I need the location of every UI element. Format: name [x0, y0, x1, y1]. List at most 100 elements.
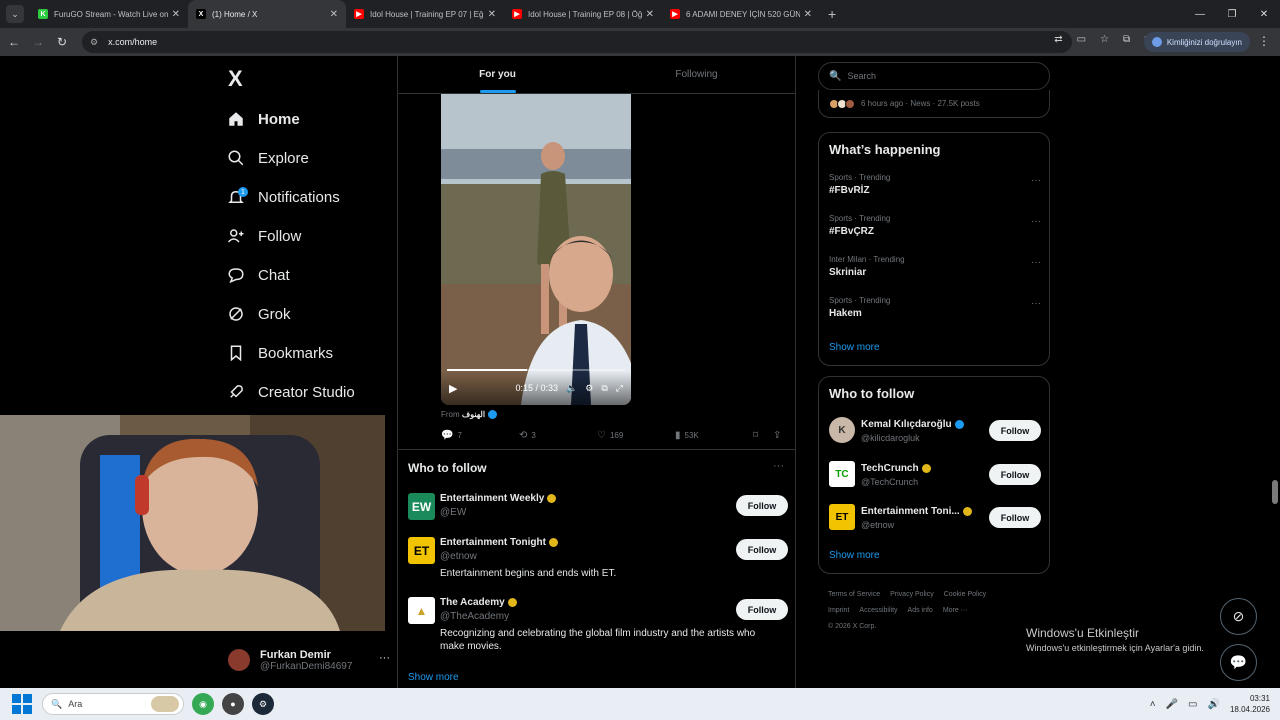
- browser-menu-icon[interactable]: ⋮: [1258, 34, 1270, 48]
- tab-close-icon[interactable]: ✕: [330, 9, 338, 20]
- timeline-tabs: For you Following: [398, 56, 796, 94]
- site-info-icon[interactable]: ⚙: [90, 37, 98, 48]
- post-video[interactable]: ▶ 0:15 / 0:33 🔈 ⚙ ⧉ ⤢: [441, 94, 631, 405]
- tab-close-icon[interactable]: ✕: [172, 9, 180, 20]
- account-switcher[interactable]: Furkan Demir @FurkanDemi84697 ···: [228, 640, 398, 680]
- who-to-follow-row[interactable]: K Kemal Kılıçdaroğlu @kilicdarogluk Follow: [829, 417, 1041, 445]
- trend-more-icon[interactable]: ···: [1031, 257, 1041, 268]
- sidebar-item-creator-studio[interactable]: Creator Studio: [226, 377, 355, 407]
- forward-button[interactable]: →: [28, 35, 48, 49]
- browser-tab[interactable]: K FuruGO Stream - Watch Live on ✕: [30, 0, 188, 28]
- tab-close-icon[interactable]: ✕: [646, 9, 654, 20]
- follow-button[interactable]: Follow: [736, 495, 788, 516]
- trend-item[interactable]: Sports · Trending #FBvÇRZ ···: [829, 214, 1041, 237]
- who-to-follow-row[interactable]: ET Entertainment Toni... @etnow Follow: [829, 504, 1041, 532]
- footer-link[interactable]: Privacy Policy: [890, 591, 934, 598]
- footer-link[interactable]: Cookie Policy: [944, 591, 986, 598]
- follow-button[interactable]: Follow: [989, 420, 1041, 441]
- trend-item[interactable]: Sports · Trending Hakem ···: [829, 296, 1041, 319]
- tab-search-button[interactable]: ⌄: [6, 5, 24, 23]
- close-window-button[interactable]: ✕: [1248, 0, 1280, 28]
- footer-link[interactable]: More ···: [943, 607, 968, 614]
- grok-fab-icon[interactable]: ⊘: [1220, 598, 1257, 635]
- sidebar-item-follow[interactable]: Follow: [226, 221, 301, 251]
- sidebar-item-home[interactable]: Home: [226, 104, 300, 134]
- page-viewport: X Home Explore 1 Notifications Follow Chat Gro…: [0, 56, 1280, 688]
- video-attribution[interactable]: From الهنوف: [441, 410, 498, 420]
- browser-tab[interactable]: ▶ Idol House | Training EP 07 | Eğ ✕: [346, 0, 504, 28]
- tray-chevron-icon[interactable]: ˄: [1150, 699, 1156, 710]
- taskbar-search[interactable]: 🔍 Ara: [42, 693, 184, 715]
- start-button[interactable]: [12, 694, 32, 714]
- minimize-button[interactable]: —: [1184, 0, 1216, 28]
- tab-close-icon[interactable]: ✕: [804, 9, 812, 20]
- profile-button[interactable]: Kimliğinizi doğrulayın: [1143, 32, 1250, 52]
- account-more-icon[interactable]: ···: [379, 652, 390, 664]
- follow-button[interactable]: Follow: [736, 599, 788, 620]
- new-tab-button[interactable]: +: [828, 6, 836, 22]
- translate-icon[interactable]: ⇄: [1054, 34, 1062, 45]
- sidebar-item-bookmarks[interactable]: Bookmarks: [226, 338, 333, 368]
- sidebar-item-grok[interactable]: Grok: [226, 299, 291, 329]
- sidebar-item-chat[interactable]: Chat: [226, 260, 290, 290]
- chrome-taskbar-icon[interactable]: ◉: [192, 693, 214, 715]
- bookmark-star-icon[interactable]: ☆: [1100, 34, 1109, 45]
- trend-item[interactable]: Sports · Trending #FBvRİZ ···: [829, 173, 1041, 196]
- trend-more-icon[interactable]: ···: [1031, 175, 1041, 186]
- network-icon[interactable]: ▭: [1188, 699, 1197, 710]
- bookmark-button[interactable]: ⌑: [753, 430, 762, 441]
- who-to-follow-row[interactable]: TC TechCrunch @TechCrunch Follow: [829, 461, 1041, 489]
- follow-show-more[interactable]: Show more: [829, 550, 880, 561]
- browser-tab[interactable]: ▶ 6 ADAMI DENEY İÇİN 520 GÜN ✕: [662, 0, 820, 28]
- app-taskbar-icon[interactable]: ●: [222, 693, 244, 715]
- scroll-thumb[interactable]: [1272, 480, 1278, 504]
- show-more-link[interactable]: Show more: [408, 672, 459, 683]
- reload-button[interactable]: ↻: [52, 35, 72, 49]
- volume-icon[interactable]: 🔈: [566, 383, 577, 394]
- chat-fab-icon[interactable]: 💬: [1220, 644, 1257, 681]
- play-icon[interactable]: ▶: [449, 382, 457, 395]
- maximize-button[interactable]: ❐: [1216, 0, 1248, 28]
- footer-link[interactable]: Accessibility: [859, 607, 897, 614]
- back-button[interactable]: ←: [4, 35, 24, 49]
- views-button[interactable]: ▮ 53K: [675, 430, 699, 441]
- trend-more-icon[interactable]: ···: [1031, 298, 1041, 309]
- follow-button[interactable]: Follow: [989, 464, 1041, 485]
- search-icon: 🔍: [829, 70, 842, 82]
- fullscreen-icon[interactable]: ⤢: [616, 383, 623, 394]
- like-button[interactable]: ♡ 169: [597, 430, 623, 441]
- tab-following[interactable]: Following: [597, 56, 796, 93]
- volume-tray-icon[interactable]: 🔊: [1208, 699, 1220, 710]
- repost-button[interactable]: ⟲ 3: [519, 430, 536, 441]
- follow-button[interactable]: Follow: [989, 507, 1041, 528]
- tab-close-icon[interactable]: ✕: [488, 9, 496, 20]
- extensions-icon[interactable]: ⧉: [1123, 34, 1130, 45]
- sidebar-item-explore[interactable]: Explore: [226, 143, 309, 173]
- cast-icon[interactable]: ▭: [1077, 34, 1086, 45]
- pip-icon[interactable]: ⧉: [601, 383, 607, 394]
- trend-more-icon[interactable]: ···: [1031, 216, 1041, 227]
- footer-link[interactable]: Ads info: [908, 607, 933, 614]
- page-scrollbar[interactable]: [1270, 56, 1280, 688]
- trend-item[interactable]: Inter Milan · Trending Skriniar ···: [829, 255, 1041, 278]
- trends-show-more[interactable]: Show more: [829, 342, 880, 353]
- steam-taskbar-icon[interactable]: ⚙: [252, 693, 274, 715]
- news-item[interactable]: 6 hours ago · News · 27.5K posts: [818, 90, 1050, 118]
- browser-tab[interactable]: X (1) Home / X ✕: [188, 0, 346, 28]
- browser-tab[interactable]: ▶ Idol House | Training EP 08 | Öğ ✕: [504, 0, 662, 28]
- footer-link[interactable]: Terms of Service: [828, 591, 880, 598]
- sidebar-item-notifications[interactable]: 1 Notifications: [226, 182, 340, 212]
- settings-icon[interactable]: ⚙: [585, 383, 593, 394]
- reply-button[interactable]: 💬 7: [441, 430, 462, 441]
- share-button[interactable]: ⇪: [773, 430, 785, 441]
- address-bar[interactable]: ⚙ x.com/home: [82, 31, 1072, 53]
- mic-icon[interactable]: 🎤: [1166, 699, 1178, 710]
- search-input[interactable]: 🔍 Search: [818, 62, 1050, 90]
- person-add-icon: [226, 226, 246, 246]
- tab-for-you[interactable]: For you: [398, 56, 597, 93]
- footer-link[interactable]: Imprint: [828, 607, 849, 614]
- x-logo[interactable]: X: [228, 66, 243, 92]
- module-more-icon[interactable]: ···: [773, 460, 784, 472]
- clock[interactable]: 03:31 18.04.2026: [1230, 693, 1270, 715]
- follow-button[interactable]: Follow: [736, 539, 788, 560]
